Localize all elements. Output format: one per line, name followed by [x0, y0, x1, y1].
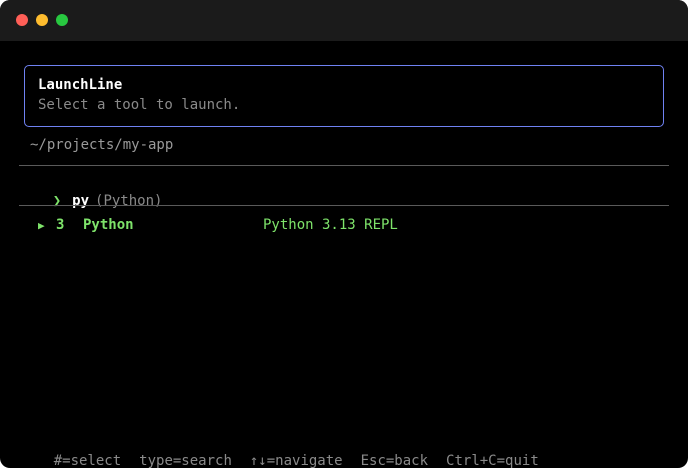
- close-window-button[interactable]: [16, 14, 28, 26]
- footer-hint-navigate: ↑↓=navigate: [249, 453, 343, 468]
- app-header-panel: LaunchLine Select a tool to launch.: [24, 65, 664, 127]
- keybinding-footer: #=select type=search ↑↓=navigate Esc=back Ct…: [20, 437, 539, 468]
- footer-hint-select: #=select: [53, 453, 122, 468]
- result-name: Python: [83, 217, 134, 233]
- app-subtitle: Select a tool to launch.: [38, 97, 241, 113]
- title-bar: [0, 0, 688, 41]
- divider: [19, 205, 669, 206]
- result-shortcut-key: 3: [56, 217, 65, 233]
- result-row[interactable]: ▶ 3 Python Python 3.13 REPL: [0, 217, 688, 237]
- divider: [19, 165, 669, 166]
- selected-marker-icon: ▶: [38, 219, 45, 232]
- footer-hint-back: Esc=back: [360, 453, 429, 468]
- app-title: LaunchLine: [38, 77, 123, 93]
- footer-hint-quit: Ctrl+C=quit: [446, 453, 539, 468]
- search-query[interactable]: py: [72, 193, 89, 209]
- result-description: Python 3.13 REPL: [263, 217, 398, 233]
- current-directory: ~/projects/my-app: [30, 137, 174, 153]
- zoom-window-button[interactable]: [56, 14, 68, 26]
- terminal-window: LaunchLine Select a tool to launch. ~/pr…: [0, 0, 688, 468]
- footer-hint-search: type=search: [139, 453, 232, 468]
- search-query-hint: (Python): [95, 193, 163, 209]
- prompt-chevron-icon: ❯: [52, 193, 62, 209]
- minimize-window-button[interactable]: [36, 14, 48, 26]
